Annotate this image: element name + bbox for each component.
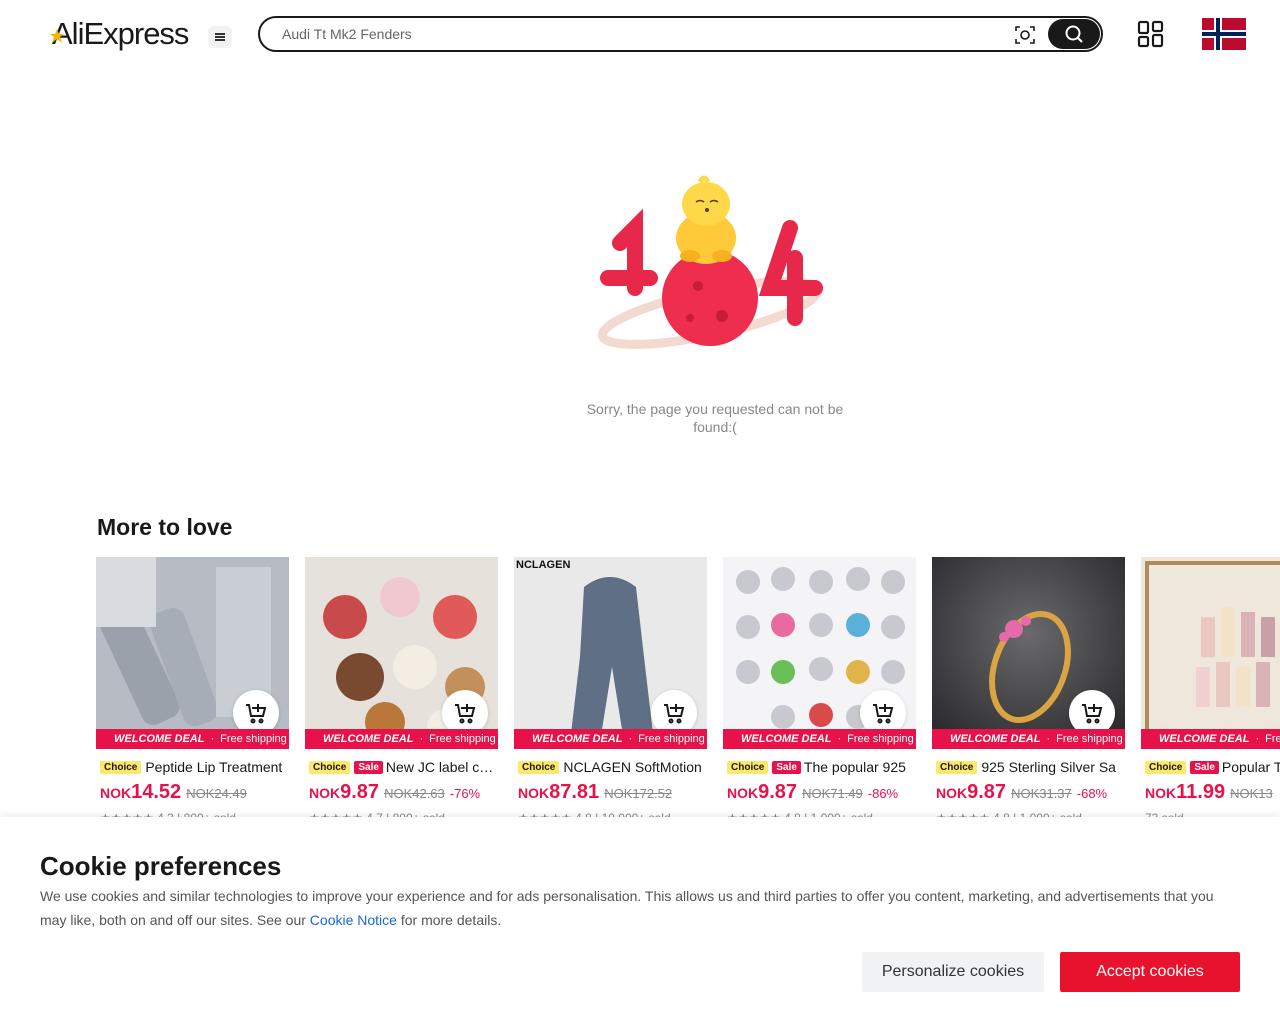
cookie-title: Cookie preferences: [40, 851, 282, 881]
product-title: Choice Sale New JC label cute: [309, 757, 498, 777]
image-brand-label: NCLAGEN: [516, 559, 571, 571]
logo-text: AliExpress: [52, 16, 189, 51]
add-cart-icon: [664, 704, 685, 724]
product-title: Choice Peptide Lip Treatment: [100, 757, 289, 777]
accept-cookies-button[interactable]: Accept cookies: [1060, 952, 1240, 992]
product-card[interactable]: WELCOME DEAL · Free shipping Choice 925 Ste…: [932, 557, 1125, 827]
product-price: NOK 9.87 NOK31.37 -68%: [936, 781, 1108, 803]
product-title: Choice 925 Sterling Silver Sa: [936, 757, 1125, 777]
aliexpress-logo[interactable]: AliExpress: [50, 16, 189, 52]
camera-search-icon[interactable]: [1014, 24, 1036, 46]
product-image[interactable]: [1141, 557, 1280, 749]
product-price: NOK 11.99 NOK13: [1145, 781, 1273, 803]
norway-flag-icon[interactable]: [1201, 18, 1247, 50]
404-illustration: [597, 175, 823, 349]
menu-button[interactable]: [208, 26, 232, 48]
product-title: Choice Sale The popular 925: [727, 757, 916, 777]
sale-badge: Sale: [1190, 760, 1219, 774]
welcome-deal-banner: WELCOME DEAL·Free shipping: [96, 729, 289, 749]
search-button[interactable]: [1048, 19, 1100, 49]
logo-star-icon: [50, 29, 64, 43]
choice-badge: Choice: [309, 760, 351, 774]
welcome-deal-banner: WELCOME DEAL·Free shipping: [723, 729, 916, 749]
search-bar: [258, 16, 1103, 52]
search-input[interactable]: [282, 24, 982, 44]
product-price: NOK 9.87 NOK42.63 -76%: [309, 781, 481, 803]
welcome-deal-banner: WELCOME DEAL·Free shipping: [305, 729, 498, 749]
product-card[interactable]: WELCOME DEAL·Free shipping ChoiceSalePop…: [1141, 557, 1280, 827]
welcome-deal-banner: WELCOME DEAL·Free shipping: [514, 729, 707, 749]
product-price: NOK 9.87 NOK71.49 -86%: [727, 781, 899, 803]
cookie-text: We use cookies and similar technologies …: [40, 888, 1214, 928]
choice-badge: Choice: [936, 760, 978, 774]
sale-badge: Sale: [772, 760, 801, 774]
product-carousel: WELCOME DEAL · Free shipping Choice Peptide…: [96, 557, 1280, 827]
choice-badge: Choice: [100, 760, 142, 774]
add-cart-icon: [1082, 704, 1103, 724]
product-title: ChoiceSalePopular Tr: [1145, 757, 1280, 777]
add-cart-icon: [455, 704, 476, 724]
choice-badge: Choice: [518, 760, 560, 774]
add-cart-icon: [873, 704, 894, 724]
search-icon: [1065, 25, 1083, 43]
choice-badge: Choice: [727, 760, 769, 774]
menu-icon: [215, 33, 225, 41]
welcome-deal-banner: WELCOME DEAL·Free shipping: [1141, 729, 1280, 749]
cookie-banner: Cookie preferences We use cookies and si…: [0, 817, 1280, 1024]
product-card[interactable]: NCLAGEN WELCOME DEAL · Free shipping Choic…: [514, 557, 707, 827]
error-message: Sorry, the page you requested can not be…: [586, 401, 844, 435]
product-card[interactable]: WELCOME DEAL · Free shipping Choice Peptide…: [96, 557, 289, 827]
product-price: NOK 87.81 NOK172.52: [518, 781, 673, 803]
qr-code-icon[interactable]: [1137, 20, 1165, 48]
header: AliExpress: [0, 0, 1280, 68]
personalize-cookies-button[interactable]: Personalize cookies: [862, 952, 1044, 992]
product-title: Choice NCLAGEN SoftMotion: [518, 757, 707, 777]
welcome-deal-banner: WELCOME DEAL·Free shipping: [932, 729, 1125, 749]
product-price: NOK 14.52 NOK24.49: [100, 781, 247, 803]
section-title: More to love: [97, 514, 233, 540]
choice-badge: Choice: [1145, 760, 1187, 774]
add-cart-icon: [246, 704, 267, 724]
cookie-notice-link[interactable]: Cookie Notice: [310, 912, 397, 928]
product-card[interactable]: WELCOME DEAL · Free shipping Choice Sale New…: [305, 557, 498, 827]
sale-badge: Sale: [354, 760, 383, 774]
product-card[interactable]: WELCOME DEAL · Free shipping Choice Sale The…: [723, 557, 916, 827]
